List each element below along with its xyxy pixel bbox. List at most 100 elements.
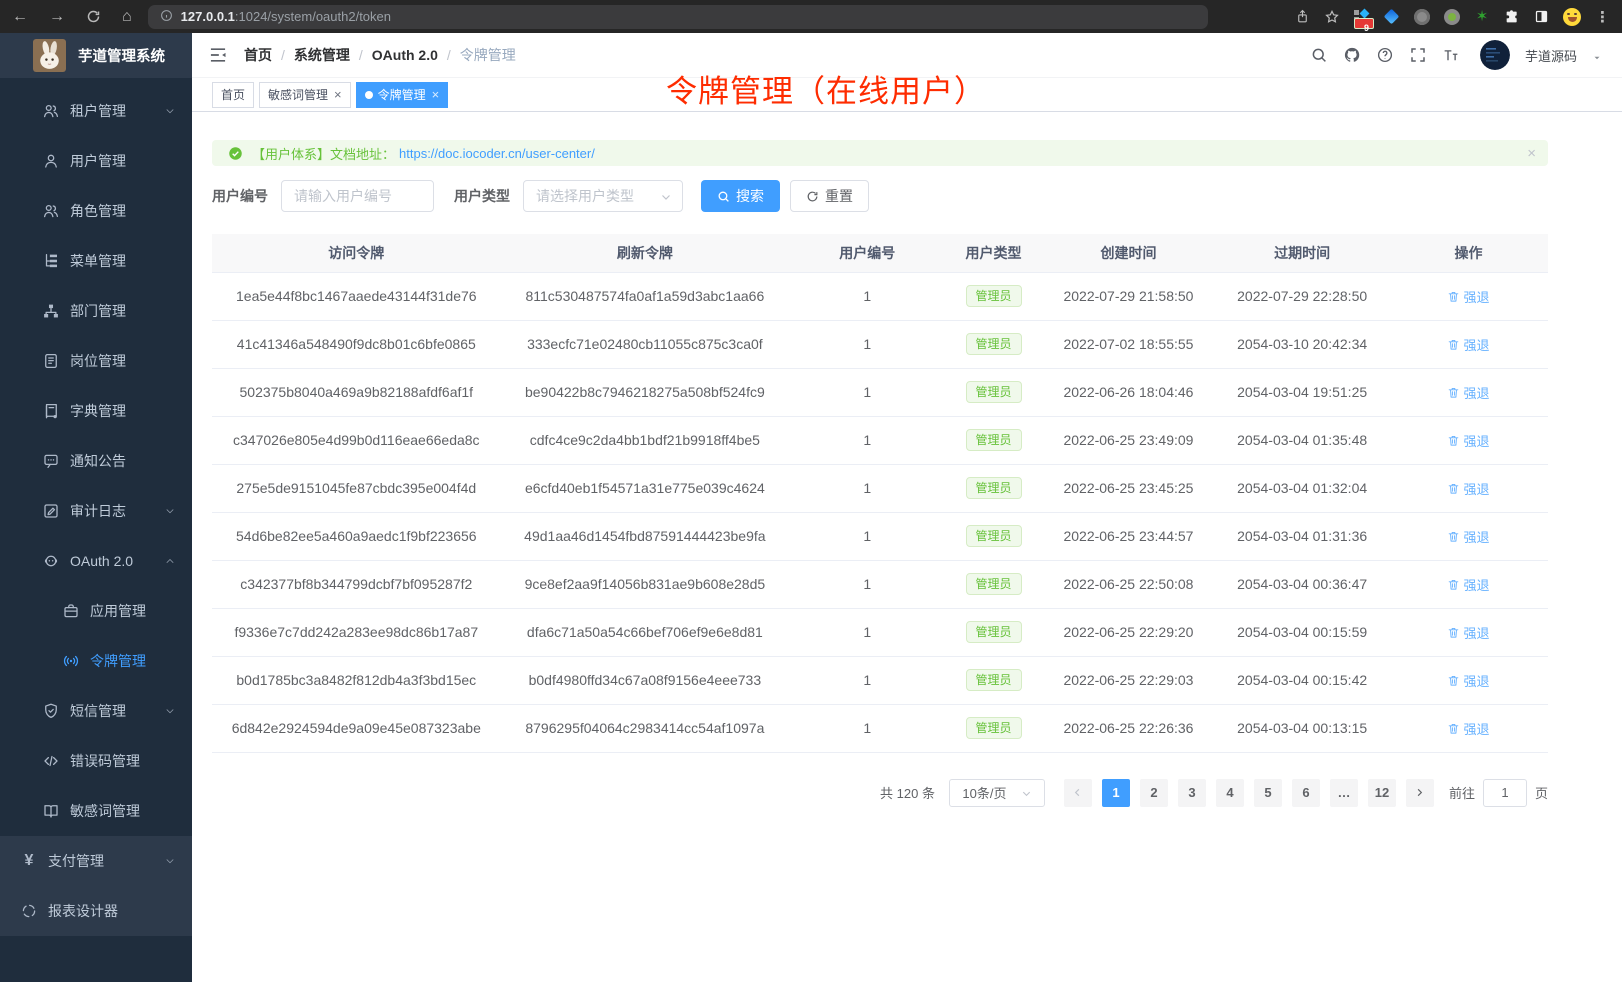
badge-icon xyxy=(42,352,60,370)
back-icon[interactable]: ← xyxy=(12,9,28,25)
user-id-cell: 1 xyxy=(789,320,945,368)
font-size-icon[interactable] xyxy=(1442,46,1460,64)
force-logout-button[interactable]: 强退 xyxy=(1447,383,1489,402)
sidebar-header[interactable]: 芋道管理系统 xyxy=(0,33,192,78)
force-logout-button[interactable]: 强退 xyxy=(1447,287,1489,306)
close-icon[interactable]: × xyxy=(432,87,440,102)
home-icon[interactable]: ⌂ xyxy=(122,9,132,25)
tab-敏感词管理[interactable]: 敏感词管理× xyxy=(259,82,351,108)
tab-switcher-icon[interactable] xyxy=(1534,9,1549,24)
force-logout-button[interactable]: 强退 xyxy=(1447,575,1489,594)
user-type-cell: 管理员 xyxy=(945,608,1041,656)
close-icon[interactable]: × xyxy=(334,87,342,102)
fullscreen-icon[interactable] xyxy=(1409,46,1427,64)
bookmark-star-icon[interactable] xyxy=(1324,9,1340,25)
page-button-12[interactable]: 12 xyxy=(1368,779,1396,807)
site-info-icon[interactable] xyxy=(160,9,173,25)
refresh-token-cell: 333ecfc71e02480cb11055c875c3ca0f xyxy=(501,320,790,368)
refresh-token-cell: e6cfd40eb1f54571a31e775e039c4624 xyxy=(501,464,790,512)
page-button-2[interactable]: 2 xyxy=(1140,779,1168,807)
caret-down-icon[interactable] xyxy=(1592,50,1602,60)
force-logout-button[interactable]: 强退 xyxy=(1447,335,1489,354)
profile-avatar-icon[interactable] xyxy=(1563,8,1581,26)
sidebar-item-menu[interactable]: 菜单管理 xyxy=(0,236,192,286)
breadcrumb-item[interactable]: OAuth 2.0 xyxy=(372,47,438,63)
user-type-select[interactable]: 请选择用户类型 xyxy=(523,180,683,212)
sidebar-item-role[interactable]: 角色管理 xyxy=(0,186,192,236)
sidebar-item-label: 菜单管理 xyxy=(70,251,126,271)
address-bar[interactable]: 127.0.0.1:1024/system/oauth2/token xyxy=(148,5,1208,29)
chevron-down-icon xyxy=(164,855,176,867)
sidebar-item-oauth2-token[interactable]: 令牌管理 xyxy=(0,636,192,686)
sidebar-item-error-code[interactable]: 错误码管理 xyxy=(0,736,192,786)
table-row: b0d1785bc3a8482f812db4a3f3bd15ecb0df4980… xyxy=(212,656,1548,704)
page-button-5[interactable]: 5 xyxy=(1254,779,1282,807)
extension-badge: 9 xyxy=(1354,18,1374,29)
user-id-input[interactable] xyxy=(281,180,434,212)
prev-page-button[interactable] xyxy=(1064,779,1092,807)
sidebar-item-oauth2-app[interactable]: 应用管理 xyxy=(0,586,192,636)
expire-time-cell: 2054-03-04 00:15:59 xyxy=(1215,608,1389,656)
doc-link[interactable]: https://doc.iocoder.cn/user-center/ xyxy=(399,146,595,161)
user-type-cell: 管理员 xyxy=(945,368,1041,416)
search-icon xyxy=(717,190,730,203)
force-logout-button[interactable]: 强退 xyxy=(1447,527,1489,546)
share-icon[interactable] xyxy=(1295,9,1310,24)
forward-icon[interactable]: → xyxy=(49,9,65,25)
force-logout-button[interactable]: 强退 xyxy=(1447,671,1489,690)
sidebar-item-oauth2[interactable]: OAuth 2.0 xyxy=(0,536,192,586)
user-id-label: 用户编号 xyxy=(212,186,268,206)
breadcrumb-item[interactable]: 系统管理 xyxy=(294,45,350,65)
extension-star-icon[interactable]: ✶ xyxy=(1474,9,1490,25)
expire-time-cell: 2054-03-04 01:31:36 xyxy=(1215,512,1389,560)
force-logout-button[interactable]: 强退 xyxy=(1447,479,1489,498)
page-size-select[interactable]: 10条/页 xyxy=(949,779,1045,807)
extension-grid-icon[interactable]: 9 xyxy=(1354,9,1370,25)
browser-menu-icon[interactable]: ⋮ xyxy=(1595,8,1610,26)
collapse-sidebar-icon[interactable] xyxy=(208,45,228,65)
help-icon[interactable] xyxy=(1376,46,1394,64)
extension-gem-icon[interactable] xyxy=(1384,9,1400,25)
sidebar-item-audit-log[interactable]: 审计日志 xyxy=(0,486,192,536)
sidebar-item-sms[interactable]: 短信管理 xyxy=(0,686,192,736)
force-logout-button[interactable]: 强退 xyxy=(1447,719,1489,738)
sidebar-item-notice[interactable]: 通知公告 xyxy=(0,436,192,486)
expire-time-cell: 2054-03-04 00:36:47 xyxy=(1215,560,1389,608)
sidebar-item-report[interactable]: 报表设计器 xyxy=(0,886,192,936)
page-button-4[interactable]: 4 xyxy=(1216,779,1244,807)
reload-icon[interactable] xyxy=(86,9,101,24)
user-name[interactable]: 芋道源码 xyxy=(1525,46,1577,65)
user-avatar[interactable] xyxy=(1480,40,1510,70)
goto-page-input[interactable] xyxy=(1483,779,1527,807)
sidebar-item-label: 敏感词管理 xyxy=(70,801,140,821)
page-button-1[interactable]: 1 xyxy=(1102,779,1130,807)
sidebar-item-dept[interactable]: 部门管理 xyxy=(0,286,192,336)
loader-icon xyxy=(20,902,38,920)
page-button-6[interactable]: 6 xyxy=(1292,779,1320,807)
search-icon[interactable] xyxy=(1310,46,1328,64)
extensions-puzzle-icon[interactable] xyxy=(1504,9,1520,25)
force-logout-button[interactable]: 强退 xyxy=(1447,431,1489,450)
sidebar-item-tenant[interactable]: 租户管理 xyxy=(0,86,192,136)
next-page-button[interactable] xyxy=(1406,779,1434,807)
sidebar-item-sensitive[interactable]: 敏感词管理 xyxy=(0,786,192,836)
created-time-cell: 2022-06-25 23:49:09 xyxy=(1042,416,1216,464)
search-button[interactable]: 搜索 xyxy=(701,180,780,212)
alert-close-icon[interactable]: × xyxy=(1527,145,1536,162)
trash-icon xyxy=(1447,482,1460,495)
sidebar-item-dict[interactable]: 字典管理 xyxy=(0,386,192,436)
force-logout-button[interactable]: 强退 xyxy=(1447,623,1489,642)
tab-首页[interactable]: 首页 xyxy=(212,82,254,108)
reset-button[interactable]: 重置 xyxy=(790,180,869,212)
extension-circle-icon[interactable] xyxy=(1414,9,1430,25)
active-tab-dot xyxy=(365,91,373,99)
page-button-3[interactable]: 3 xyxy=(1178,779,1206,807)
sidebar-item-post[interactable]: 岗位管理 xyxy=(0,336,192,386)
chevron-right-icon xyxy=(1414,787,1425,798)
github-icon[interactable] xyxy=(1343,46,1361,64)
sidebar-item-user[interactable]: 用户管理 xyxy=(0,136,192,186)
sidebar-item-pay[interactable]: ¥支付管理 xyxy=(0,836,192,886)
tab-令牌管理[interactable]: 令牌管理× xyxy=(356,82,449,108)
extension-record-icon[interactable] xyxy=(1444,9,1460,25)
breadcrumb-item[interactable]: 首页 xyxy=(244,45,272,65)
